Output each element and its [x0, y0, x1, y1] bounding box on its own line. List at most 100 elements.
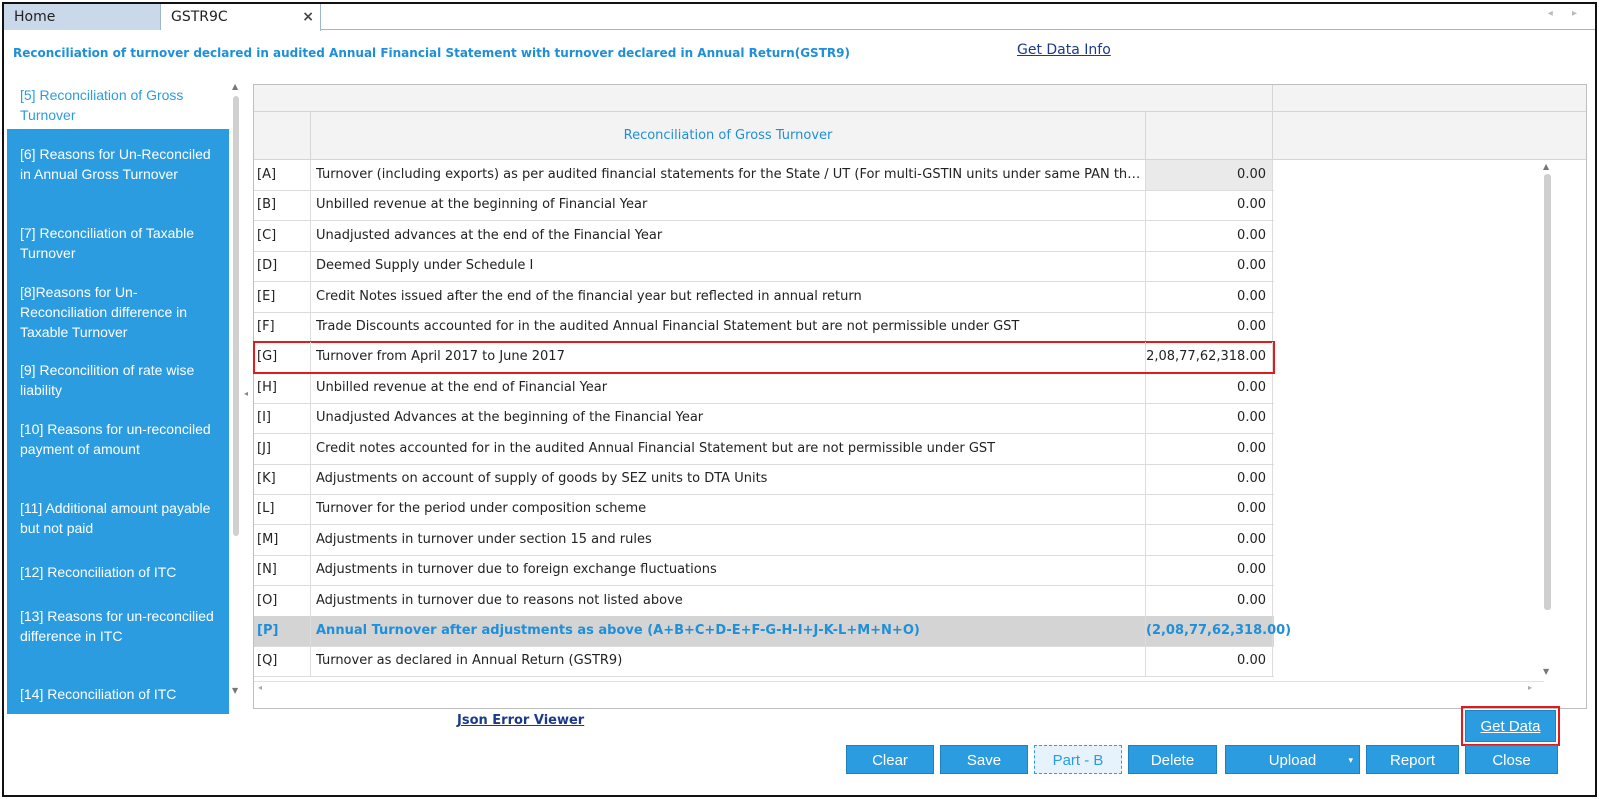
table-row[interactable]: [M] Adjustments in turnover under section…: [254, 524, 1274, 556]
cell-divider: [1272, 555, 1273, 586]
table-row[interactable]: [B] Unbilled revenue at the beginning of …: [254, 190, 1274, 222]
part-b-button[interactable]: Part - B: [1034, 745, 1122, 774]
row-description: Deemed Supply under Schedule I: [316, 258, 534, 274]
row-description: Credit notes accounted for in the audite…: [316, 440, 996, 456]
sidebar-item-14[interactable]: [14] Reconciliation of ITC: [7, 684, 229, 704]
cell-divider: [1272, 190, 1273, 221]
tab-gstr9c[interactable]: GSTR9C ×: [161, 4, 321, 31]
row-description: Turnover as declared in Annual Return (G…: [316, 653, 623, 669]
row-code: [G]: [257, 349, 278, 365]
cell-divider: [1272, 433, 1273, 464]
row-description: Unbilled revenue at the beginning of Fin…: [316, 197, 648, 213]
sidebar-item-5[interactable]: [5] Reconciliation of Gross Turnover: [7, 80, 229, 129]
splitter-collapse-icon[interactable]: ◂: [244, 389, 248, 398]
row-value[interactable]: (2,08,77,62,318.00): [1146, 616, 1291, 646]
row-code: [K]: [257, 471, 276, 486]
table-row[interactable]: [F] Trade Discounts accounted for in the …: [254, 312, 1274, 343]
sidebar-item-9[interactable]: [9] Reconcilition of rate wise liability: [7, 360, 229, 400]
table-row[interactable]: [A] Turnover (including exports) as per a…: [254, 160, 1274, 191]
row-code: [J]: [257, 440, 271, 456]
cell-divider: [1272, 464, 1273, 494]
table-row[interactable]: [J] Credit notes accounted for in the aud…: [254, 433, 1274, 465]
row-value[interactable]: 0.00: [1146, 586, 1266, 616]
row-code: [O]: [257, 592, 278, 608]
row-value[interactable]: 0.00: [1146, 464, 1266, 494]
sidebar-scroll-thumb[interactable]: [233, 96, 239, 536]
scroll-down-icon[interactable]: ▼: [232, 686, 238, 695]
table-row[interactable]: [N] Adjustments in turnover due to foreig…: [254, 555, 1274, 587]
table-row[interactable]: [O] Adjustments in turnover due to reason…: [254, 585, 1274, 617]
row-code: [P]: [257, 623, 279, 638]
row-value[interactable]: 0.00: [1146, 494, 1266, 524]
grid-scroll-thumb[interactable]: [1544, 174, 1551, 610]
row-value[interactable]: 0.00: [1146, 555, 1266, 585]
row-value[interactable]: 0.00: [1146, 525, 1266, 555]
cell-divider: [310, 251, 311, 282]
close-button[interactable]: Close: [1465, 745, 1558, 774]
scroll-up-icon[interactable]: ▲: [1543, 162, 1549, 171]
row-description: Adjustments in turnover due to foreign e…: [316, 562, 717, 578]
scroll-left-icon[interactable]: ◂: [258, 683, 262, 692]
table-row[interactable]: [E] Credit Notes issued after the end of …: [254, 281, 1274, 313]
close-icon[interactable]: ×: [302, 4, 314, 30]
sidebar-item-11[interactable]: [11] Additional amount payable but not p…: [7, 498, 229, 538]
get-data-info-link[interactable]: Get Data Info: [1017, 42, 1111, 58]
sidebar-item-6[interactable]: [6] Reasons for Un-Reconciled in Annual …: [7, 144, 229, 184]
table-row[interactable]: [P] Annual Turnover after adjustments as …: [254, 616, 1291, 647]
cell-divider: [310, 494, 311, 525]
table-row[interactable]: [C] Unadjusted advances at the end of the…: [254, 220, 1274, 252]
sidebar-item-13[interactable]: [13] Reasons for un-reconcilied differen…: [7, 606, 229, 646]
table-row[interactable]: [H] Unbilled revenue at the end of Financ…: [254, 372, 1274, 404]
page-title: Reconciliation of turnover declared in a…: [13, 46, 850, 60]
table-row[interactable]: [D] Deemed Supply under Schedule I 0.00: [254, 251, 1274, 283]
report-button[interactable]: Report: [1366, 745, 1459, 774]
cell-divider: [1272, 372, 1273, 403]
grid-vertical-scrollbar[interactable]: ▲ ▼: [1540, 160, 1556, 680]
row-code: [F]: [257, 319, 275, 334]
row-description: Adjustments in turnover due to reasons n…: [316, 592, 683, 608]
cell-divider: [310, 403, 311, 434]
table-row[interactable]: [L] Turnover for the period under composi…: [254, 494, 1274, 526]
chevron-down-icon[interactable]: ▾: [1348, 746, 1353, 775]
sidebar-scrollbar[interactable]: ▲ ▼: [230, 80, 242, 714]
tab-home[interactable]: Home: [4, 4, 161, 30]
get-data-button[interactable]: Get Data: [1465, 710, 1556, 742]
row-value[interactable]: 0.00: [1146, 160, 1272, 190]
column-divider: [1272, 85, 1273, 160]
cell-divider: [310, 524, 311, 555]
row-value[interactable]: 0.00: [1146, 312, 1266, 342]
sidebar-item-10[interactable]: [10] Reasons for un-reconciled payment o…: [7, 419, 229, 459]
json-error-viewer-link[interactable]: Json Error Viewer: [457, 713, 584, 728]
cell-divider: [1272, 524, 1273, 555]
column-header-reconciliation[interactable]: Reconciliation of Gross Turnover: [311, 112, 1145, 160]
row-description: Adjustments in turnover under section 15…: [316, 531, 652, 547]
delete-button[interactable]: Delete: [1128, 745, 1217, 774]
table-row[interactable]: [I] Unadjusted Advances at the beginning …: [254, 403, 1274, 435]
row-value[interactable]: 2,08,77,62,318.00: [1146, 342, 1266, 372]
cell-divider: [310, 281, 311, 312]
sidebar-item-8[interactable]: [8]Reasons for Un-Reconciliation differe…: [7, 282, 229, 342]
row-value[interactable]: 0.00: [1146, 373, 1266, 403]
upload-dropdown-button[interactable]: Upload ▾: [1225, 745, 1360, 774]
table-row[interactable]: [G] Turnover from April 2017 to June 2017…: [253, 341, 1275, 375]
tab-scroll-arrows-icon[interactable]: ◂ ▸: [1548, 8, 1585, 19]
clear-button[interactable]: Clear: [846, 745, 934, 774]
sidebar-item-7[interactable]: [7] Reconciliation of Taxable Turnover: [7, 223, 229, 263]
table-row[interactable]: [K] Adjustments on account of supply of g…: [254, 464, 1274, 495]
sidebar-item-12[interactable]: [12] Reconciliation of ITC: [7, 562, 229, 582]
row-value[interactable]: 0.00: [1146, 403, 1266, 433]
row-description: Turnover (including exports) as per audi…: [316, 167, 1146, 182]
row-value[interactable]: 0.00: [1146, 251, 1266, 281]
row-value[interactable]: 0.00: [1146, 221, 1266, 251]
row-value[interactable]: 0.00: [1146, 190, 1266, 220]
scroll-down-icon[interactable]: ▼: [1543, 667, 1549, 676]
row-code: [C]: [257, 227, 277, 243]
row-value[interactable]: 0.00: [1146, 434, 1266, 464]
row-value[interactable]: 0.00: [1146, 646, 1266, 676]
grid-horizontal-scrollbar[interactable]: ◂ ▸: [254, 681, 1544, 695]
table-row[interactable]: [Q] Turnover as declared in Annual Return…: [254, 646, 1274, 678]
save-button[interactable]: Save: [940, 745, 1028, 774]
scroll-up-icon[interactable]: ▲: [232, 82, 238, 91]
scroll-right-icon[interactable]: ▸: [1528, 683, 1532, 692]
row-value[interactable]: 0.00: [1146, 282, 1266, 312]
